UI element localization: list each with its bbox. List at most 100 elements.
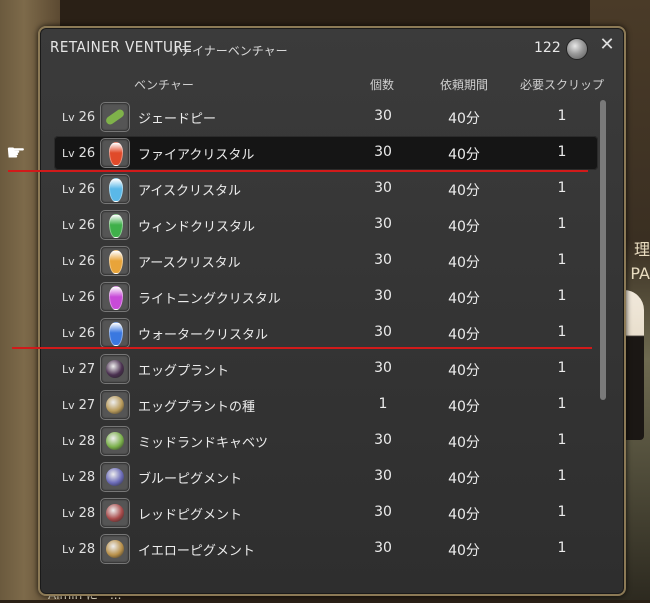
venture-row[interactable]: Lv 26 ファイアクリスタル 30 40分 1 (54, 136, 598, 170)
venture-scrip-cost: 1 (557, 324, 567, 340)
level-label: Lv 26 (62, 146, 96, 161)
venture-list: Lv 26 ジェードピー 30 40分 1 Lv 26 ファイアクリスタル 30 40分 1 Lv 26 ア… (54, 100, 600, 586)
level-label: Lv 26 (62, 254, 96, 269)
venture-name: ウォータークリスタル (138, 328, 269, 343)
venture-row[interactable]: Lv 27 エッグプラント 30 40分 1 (54, 352, 598, 386)
venture-scrip-cost: 1 (557, 216, 567, 232)
level-label: Lv 26 (62, 218, 96, 233)
venture-row[interactable]: Lv 26 ライトニングクリスタル 30 40分 1 (54, 280, 598, 314)
venture-scrip-cost: 1 (557, 360, 567, 376)
venture-scrip-cost: 1 (557, 468, 567, 484)
fire-crystal-icon (100, 138, 130, 168)
eggplant-icon (100, 354, 130, 384)
jade-peas-icon (100, 102, 130, 132)
venture-quantity: 30 (374, 288, 392, 304)
venture-scrip-cost: 1 (557, 288, 567, 304)
venture-period: 40分 (448, 363, 480, 379)
venture-row[interactable]: Lv 26 アースクリスタル 30 40分 1 (54, 244, 598, 278)
blue-pigment-icon (100, 462, 130, 492)
venture-scrip-cost: 1 (557, 540, 567, 556)
venture-scrip-cost: 1 (557, 180, 567, 196)
annotation-underline-2 (12, 347, 592, 349)
venture-quantity: 30 (374, 540, 392, 556)
header-scrip[interactable]: 必要スクリップ (520, 76, 604, 93)
hand-pointer-icon: ☛ (6, 141, 26, 166)
venture-quantity: 30 (374, 504, 392, 520)
venture-quantity: 30 (374, 432, 392, 448)
level-label: Lv 26 (62, 326, 96, 341)
level-label: Lv 27 (62, 398, 96, 413)
venture-row[interactable]: Lv 28 イエローピグメント 30 40分 1 (54, 532, 598, 566)
header-quantity[interactable]: 個数 (370, 76, 394, 93)
header-venture[interactable]: ベンチャー (134, 76, 194, 93)
venture-scrip-cost: 1 (557, 252, 567, 268)
venture-name: レッドピグメント (138, 508, 243, 523)
venture-quantity: 30 (374, 252, 392, 268)
level-label: Lv 26 (62, 182, 96, 197)
red-pigment-icon (100, 498, 130, 528)
venture-quantity: 30 (374, 324, 392, 340)
venture-quantity: 30 (374, 108, 392, 124)
level-label: Lv 26 (62, 110, 96, 125)
venture-period: 40分 (448, 507, 480, 523)
venture-name: エッグプラントの種 (138, 400, 256, 415)
venture-name: ファイアクリスタル (138, 148, 255, 163)
ice-crystal-icon (100, 174, 130, 204)
venture-period: 40分 (448, 219, 480, 235)
annotation-underline-1 (8, 170, 588, 172)
venture-period: 40分 (448, 255, 480, 271)
scrollbar[interactable] (600, 100, 606, 400)
venture-period: 40分 (448, 291, 480, 307)
level-label: Lv 27 (62, 362, 96, 377)
venture-name: ジェードピー (138, 112, 217, 127)
venture-name: エッグプラント (138, 364, 230, 379)
venture-scrip-cost: 1 (557, 504, 567, 520)
venture-name: ウィンドクリスタル (138, 220, 256, 235)
level-label: Lv 28 (62, 434, 96, 449)
cabbage-icon (100, 426, 130, 456)
venture-period: 40分 (448, 183, 480, 199)
header-period[interactable]: 依頼期間 (440, 76, 488, 93)
venture-row[interactable]: Lv 26 ウィンドクリスタル 30 40分 1 (54, 208, 598, 242)
venture-scrip-cost: 1 (557, 144, 567, 160)
level-label: Lv 26 (62, 290, 96, 305)
venture-quantity: 30 (374, 180, 392, 196)
venture-row[interactable]: Lv 27 エッグプラントの種 1 40分 1 (54, 388, 598, 422)
earth-crystal-icon (100, 246, 130, 276)
venture-quantity: 30 (374, 144, 392, 160)
window-subtitle: リテイナーベンチャー (168, 44, 288, 58)
venture-row[interactable]: Lv 26 ウォータークリスタル 30 40分 1 (54, 316, 598, 350)
venture-row[interactable]: Lv 28 ブルーピグメント 30 40分 1 (54, 460, 598, 494)
venture-period: 40分 (448, 147, 480, 163)
venture-quantity: 30 (374, 360, 392, 376)
retainer-venture-window: RETAINER VENTURE リテイナーベンチャー 122 ✕ ベンチャー … (38, 26, 626, 596)
venture-period: 40分 (448, 327, 480, 343)
level-label: Lv 28 (62, 470, 96, 485)
venture-period: 40分 (448, 543, 480, 559)
venture-row[interactable]: Lv 28 レッドピグメント 30 40分 1 (54, 496, 598, 530)
venture-scrip-cost: 1 (557, 396, 567, 412)
venture-period: 40分 (448, 435, 480, 451)
water-crystal-icon (100, 318, 130, 348)
yellow-pigment-icon (100, 534, 130, 564)
venture-period: 40分 (448, 111, 480, 127)
venture-quantity: 30 (374, 216, 392, 232)
venture-row[interactable]: Lv 26 ジェードピー 30 40分 1 (54, 100, 598, 134)
level-label: Lv 28 (62, 506, 96, 521)
venture-name: イエローピグメント (138, 544, 255, 559)
venture-row[interactable]: Lv 26 アイスクリスタル 30 40分 1 (54, 172, 598, 206)
column-headers: ベンチャー 個数 依頼期間 必要スクリップ (40, 76, 624, 94)
venture-scrip-cost: 1 (557, 108, 567, 124)
venture-quantity: 1 (378, 396, 388, 412)
venture-scrip-cost: 1 (557, 432, 567, 448)
venture-name: ブルーピグメント (138, 472, 243, 487)
venture-period: 40分 (448, 471, 480, 487)
wind-crystal-icon (100, 210, 130, 240)
venture-row[interactable]: Lv 28 ミッドランドキャベツ 30 40分 1 (54, 424, 598, 458)
close-icon[interactable]: ✕ (596, 34, 618, 56)
lightning-crystal-icon (100, 282, 130, 312)
venture-name: ミッドランドキャベツ (138, 436, 269, 451)
venture-period: 40分 (448, 399, 480, 415)
background-sign: 理 PA (630, 240, 650, 283)
venture-scrip-icon (566, 38, 588, 60)
